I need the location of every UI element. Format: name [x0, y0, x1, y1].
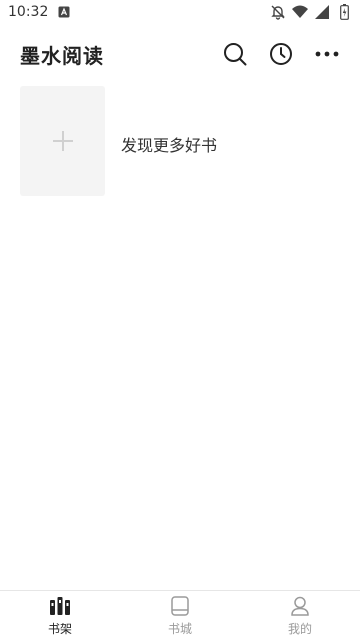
notification-a-icon: [56, 4, 72, 20]
bell-off-icon: [270, 4, 286, 20]
app-title: 墨水阅读: [20, 43, 104, 68]
add-book-card[interactable]: [20, 86, 105, 196]
bottom-nav: 书架 书城 我的: [0, 590, 360, 640]
nav-item-bookshelf[interactable]: 书架: [0, 591, 120, 640]
nav-item-profile[interactable]: 我的: [240, 591, 360, 640]
nav-item-bookstore[interactable]: 书城: [120, 591, 240, 640]
status-time: 10:32: [8, 4, 49, 20]
nav-label-profile: 我的: [287, 621, 312, 636]
app-bar: 墨水阅读: [0, 24, 360, 84]
profile-icon: [289, 595, 311, 617]
app-actions: [222, 41, 340, 67]
nav-label-bookshelf: 书架: [47, 621, 72, 636]
app-screen: 10:32 墨水阅读 发现更多好书 书架 书城 我的: [0, 0, 360, 640]
status-right: [270, 4, 352, 20]
battery-icon: [336, 4, 352, 20]
wifi-icon: [292, 4, 308, 20]
bookshelf-icon: [49, 595, 71, 617]
history-button[interactable]: [268, 41, 294, 67]
signal-icon: [314, 4, 330, 20]
search-icon: [224, 43, 247, 66]
search-button[interactable]: [222, 41, 248, 67]
history-clock-icon: [270, 43, 292, 65]
nav-label-bookstore: 书城: [167, 621, 192, 636]
status-bar: 10:32: [0, 0, 360, 24]
bookshelf-content: 发现更多好书: [0, 84, 360, 590]
more-dots-icon: [315, 51, 339, 57]
discover-more-books-link[interactable]: 发现更多好书: [121, 132, 217, 156]
status-left: 10:32: [8, 4, 72, 20]
more-button[interactable]: [314, 41, 340, 67]
book-store-icon: [169, 595, 191, 617]
plus-icon: [52, 131, 73, 151]
